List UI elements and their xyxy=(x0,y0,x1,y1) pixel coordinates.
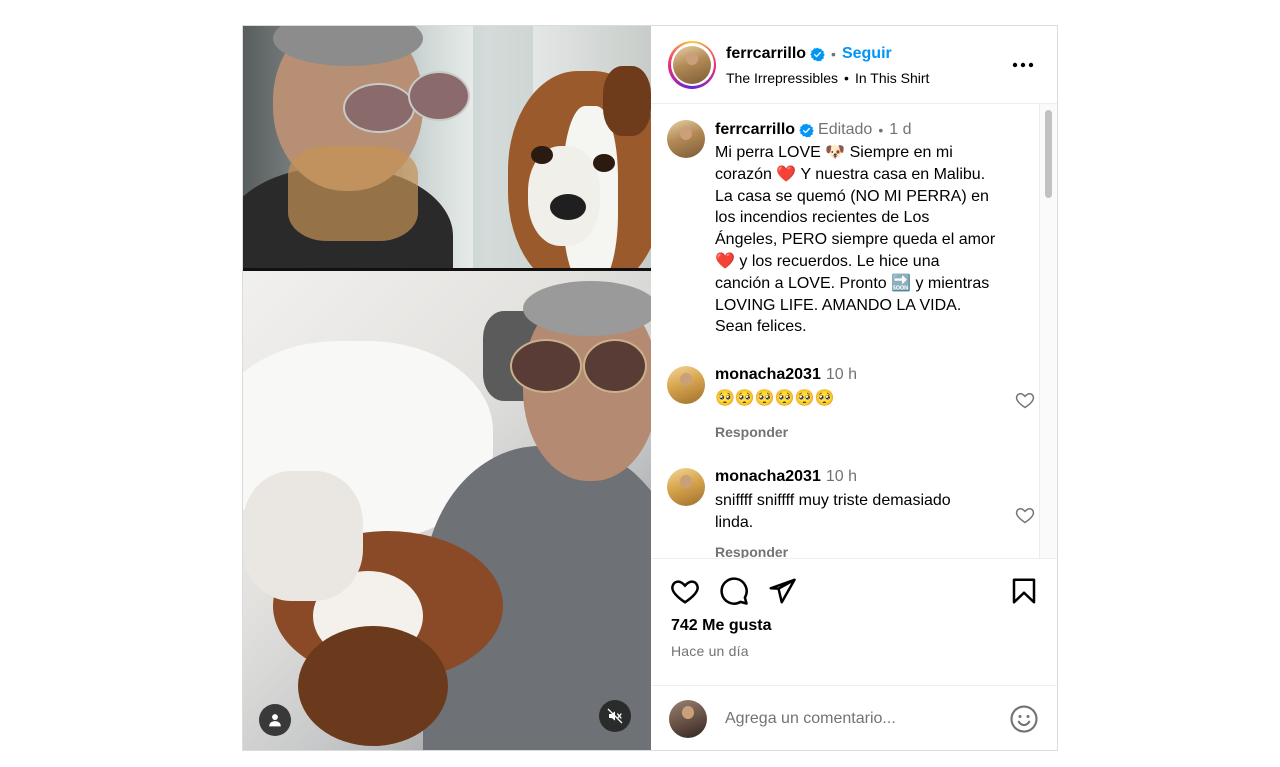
separator-dot: • xyxy=(878,122,884,138)
comment-like-heart-icon[interactable] xyxy=(1015,390,1035,410)
heart-icon[interactable] xyxy=(670,576,700,606)
author-avatar[interactable] xyxy=(673,45,711,84)
bookmark-icon[interactable] xyxy=(1009,576,1039,606)
caption-time[interactable]: 1 d xyxy=(889,121,911,139)
post-media[interactable] xyxy=(243,26,651,750)
author-story-ring[interactable] xyxy=(668,40,716,89)
audio-artist[interactable]: The Irrepressibles xyxy=(726,71,838,85)
comment-time[interactable]: 10 h xyxy=(826,468,857,486)
photo-man-with-dog-on-lap xyxy=(243,271,651,750)
comment-item: monacha2031 10 h sniffff sniffff muy tri… xyxy=(667,468,1035,558)
post-header: ferrcarrillo • Seguir The Irrepressibles… xyxy=(651,26,1057,104)
tagged-people-button[interactable] xyxy=(259,704,291,736)
audio-toggle-button[interactable] xyxy=(599,700,631,732)
comment-time[interactable]: 10 h xyxy=(826,366,857,384)
audio-attribution[interactable]: The Irrepressibles • In This Shirt xyxy=(726,71,929,85)
reply-button[interactable]: Responder xyxy=(715,424,995,440)
comments-scrollbar[interactable] xyxy=(1039,104,1057,558)
comment-username[interactable]: monacha2031 xyxy=(715,468,821,486)
post-timestamp[interactable]: Hace un día xyxy=(671,643,749,659)
separator-dot: • xyxy=(831,46,836,62)
follow-button[interactable]: Seguir xyxy=(842,46,892,62)
reply-button[interactable]: Responder xyxy=(715,544,995,558)
audio-song[interactable]: In This Shirt xyxy=(855,71,929,85)
post-modal: ferrcarrillo • Seguir The Irrepressibles… xyxy=(242,25,1058,751)
comment-text: sniffff sniffff muy triste demasiado lin… xyxy=(715,492,951,531)
smiley-icon[interactable] xyxy=(1009,704,1039,734)
add-comment-row xyxy=(651,685,1057,751)
post-actions: 742 Me gusta Hace un día xyxy=(651,558,1057,750)
caption-text: Mi perra LOVE 🐶 Siempre en mi corazón ❤️… xyxy=(715,144,996,336)
ellipsis-icon xyxy=(1012,62,1034,68)
photo-man-and-dog xyxy=(243,26,651,268)
comment-username[interactable]: monacha2031 xyxy=(715,366,821,384)
scrollbar-thumb[interactable] xyxy=(1045,110,1052,198)
paper-plane-icon[interactable] xyxy=(767,576,797,606)
comments-scroll-area[interactable]: ferrcarrillo Editado • 1 d Mi perra LOVE… xyxy=(651,104,1057,558)
more-options-button[interactable] xyxy=(1011,53,1035,77)
author-username[interactable]: ferrcarrillo xyxy=(726,46,806,62)
comment-text: 🥺🥺🥺🥺🥺🥺 xyxy=(715,390,835,407)
comment-item: monacha2031 10 h 🥺🥺🥺🥺🥺🥺 Responder xyxy=(667,366,1035,440)
muted-speaker-icon xyxy=(607,708,623,724)
post-caption: ferrcarrillo Editado • 1 d Mi perra LOVE… xyxy=(667,120,1035,338)
person-icon xyxy=(269,714,281,727)
caption-username[interactable]: ferrcarrillo xyxy=(715,121,795,139)
current-user-avatar xyxy=(669,699,707,738)
edited-label: Editado xyxy=(818,121,873,138)
post-details-panel: ferrcarrillo • Seguir The Irrepressibles… xyxy=(651,26,1057,750)
audio-separator: • xyxy=(844,70,849,86)
commenter-avatar[interactable] xyxy=(667,366,705,404)
like-count[interactable]: 742 Me gusta xyxy=(671,617,771,635)
comment-like-heart-icon[interactable] xyxy=(1015,505,1035,525)
verified-badge-icon xyxy=(810,47,825,61)
commenter-avatar[interactable] xyxy=(667,468,705,506)
comment-input[interactable] xyxy=(723,708,1009,729)
caption-author-avatar[interactable] xyxy=(667,120,705,158)
comment-bubble-icon[interactable] xyxy=(719,576,749,606)
verified-badge-icon xyxy=(799,123,814,137)
